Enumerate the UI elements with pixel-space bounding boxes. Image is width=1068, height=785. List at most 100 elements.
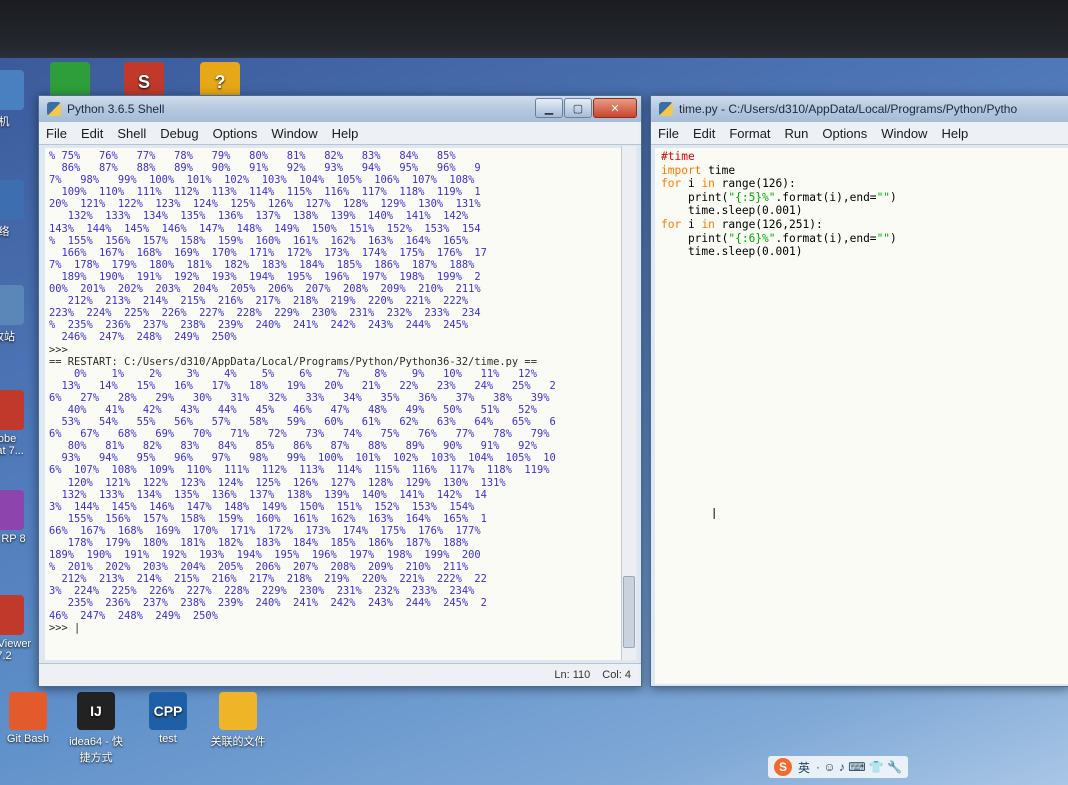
shell-scrollbar-thumb[interactable] xyxy=(623,576,635,648)
code-token: import xyxy=(661,163,702,177)
menu-item-edit[interactable]: Edit xyxy=(686,126,722,141)
output-line: 212% 213% 214% 215% 216% 217% 218% 219% … xyxy=(49,573,487,586)
output-line: 166% 167% 168% 169% 170% 171% 172% 173% … xyxy=(49,246,487,259)
output-line: 6% 107% 108% 109% 110% 111% 112% 113% 11… xyxy=(49,464,550,477)
desktop-icon-left[interactable]: 收站 xyxy=(0,285,36,344)
code-token: time.sleep(0.001) xyxy=(661,204,803,218)
editor-menubar: File Edit Format Run Options Window Help xyxy=(651,122,1068,145)
ime-tools[interactable]: · ☺ ♪ ⌨ 👕 🔧 xyxy=(816,760,902,774)
output-line: 7% 98% 99% 100% 101% 102% 103% 104% 105%… xyxy=(49,174,475,187)
output-line: 223% 224% 225% 226% 227% 228% 229% 230% … xyxy=(49,307,481,320)
code-line: import time xyxy=(661,164,1068,178)
app-icon xyxy=(0,595,24,635)
app-icon xyxy=(9,692,47,730)
menu-item-window[interactable]: Window xyxy=(264,126,324,141)
shell-output-area[interactable]: % 75% 76% 77% 78% 79% 80% 81% 82% 83% 84… xyxy=(45,148,621,660)
desktop-icon-bottom[interactable]: CPP test xyxy=(136,692,200,745)
status-col: Col: 4 xyxy=(602,669,631,681)
desktop-icon-label: 络 xyxy=(0,226,10,238)
shell-statusbar: Ln: 110 Col: 4 xyxy=(39,663,641,686)
code-token: "{:5}%" xyxy=(728,190,776,204)
output-line: 235% 236% 237% 238% 239% 240% 241% 242% … xyxy=(49,597,487,610)
menu-item-file[interactable]: File xyxy=(651,126,686,141)
output-line: 86% 87% 88% 89% 90% 91% 92% 93% 94% 95% … xyxy=(49,162,481,175)
app-icon xyxy=(0,70,24,110)
python-shell-window[interactable]: Python 3.6.5 Shell ▁ ▢ ✕ File Edit Shell De… xyxy=(38,95,642,687)
desktop-icon-bottom[interactable]: Git Bash xyxy=(0,692,60,745)
restart-line: == RESTART: C:/Users/d310/AppData/Local/… xyxy=(49,355,537,368)
maximize-button[interactable]: ▢ xyxy=(564,98,592,118)
app-icon: IJ xyxy=(77,692,115,730)
editor-titlebar[interactable]: time.py - C:/Users/d310/AppData/Local/Pr… xyxy=(651,96,1068,122)
code-token: for xyxy=(661,177,682,191)
code-token: .format(i),end= xyxy=(775,190,877,204)
menu-item-window[interactable]: Window xyxy=(874,126,934,141)
desktop-icon-bottom[interactable]: 关联的文件 xyxy=(206,692,270,749)
menu-item-options[interactable]: Options xyxy=(815,126,874,141)
output-line: 132% 133% 134% 135% 136% 137% 138% 139% … xyxy=(49,488,487,501)
menu-item-shell[interactable]: Shell xyxy=(110,126,153,141)
output-line: 66% 167% 168% 169% 170% 171% 172% 173% 1… xyxy=(49,524,481,537)
code-token: ) xyxy=(890,231,897,245)
output-line: 120% 121% 122% 123% 124% 125% 126% 127% … xyxy=(49,476,506,489)
code-token: time xyxy=(701,163,736,177)
output-line: 00% 201% 202% 203% 204% 205% 206% 207% 2… xyxy=(49,283,481,296)
shell-titlebar[interactable]: Python 3.6.5 Shell ▁ ▢ ✕ xyxy=(39,96,641,122)
desktop-icon-label: test xyxy=(159,733,177,745)
desktop-icon-left[interactable]: CAJViewer 7.2 xyxy=(0,595,36,662)
menu-item-debug[interactable]: Debug xyxy=(153,126,205,141)
output-line: 109% 110% 111% 112% 113% 114% 115% 116% … xyxy=(49,186,481,199)
close-button[interactable]: ✕ xyxy=(593,98,637,118)
code-line: #time xyxy=(661,150,1068,164)
shell-scrollbar[interactable] xyxy=(621,146,636,660)
output-line: 212% 213% 214% 215% 216% 217% 218% 219% … xyxy=(49,295,469,308)
output-line: 155% 156% 157% 158% 159% 160% 161% 162% … xyxy=(49,512,487,525)
app-icon xyxy=(219,692,257,730)
desktop-icon-left[interactable]: 机 xyxy=(0,70,36,129)
code-token: range(126): xyxy=(714,177,796,191)
output-line: 189% 190% 191% 192% 193% 194% 195% 196% … xyxy=(49,270,481,283)
desktop-icon-label: 关联的文件 xyxy=(210,736,266,748)
menu-item-edit[interactable]: Edit xyxy=(74,126,110,141)
desktop-icon-left[interactable]: ure RP 8 xyxy=(0,490,36,545)
menu-item-options[interactable]: Options xyxy=(206,126,265,141)
code-token: print( xyxy=(661,190,729,204)
shell-menubar: File Edit Shell Debug Options Window Help xyxy=(39,122,641,145)
editor-code-area[interactable]: #time import time for i in range(126): pri… xyxy=(655,148,1068,684)
code-line: print("{:6}%".format(i),end="") xyxy=(661,232,1068,246)
desktop-icon-label: dobe obat 7... xyxy=(0,433,24,457)
menu-item-run[interactable]: Run xyxy=(778,126,816,141)
desktop-icon-left[interactable]: 络 xyxy=(0,180,36,239)
editor-window[interactable]: time.py - C:/Users/d310/AppData/Local/Pr… xyxy=(650,95,1068,687)
code-token: "" xyxy=(876,190,891,204)
code-token: time.sleep(0.001) xyxy=(661,245,803,259)
ime-toolbar[interactable]: S 英 · ☺ ♪ ⌨ 👕 🔧 xyxy=(768,756,909,778)
ibeam-cursor-icon: I xyxy=(712,506,716,524)
code-token: range(126,251): xyxy=(714,217,823,231)
ime-language[interactable]: 英 xyxy=(798,759,810,776)
status-line: Ln: 110 xyxy=(554,669,591,681)
code-token: ) xyxy=(890,190,897,204)
app-icon xyxy=(0,285,24,325)
output-line: 143% 144% 145% 146% 147% 148% 149% 150% … xyxy=(49,222,481,235)
output-line: 46% 247% 248% 249% 250% xyxy=(49,609,218,622)
output-line: 13% 14% 15% 16% 17% 18% 19% 20% 21% 22% … xyxy=(49,379,556,392)
code-line: for i in range(126,251): xyxy=(661,218,1068,232)
desktop-icon-bottom[interactable]: IJ idea64 - 快 捷方式 xyxy=(64,692,128,765)
output-line: 178% 179% 180% 181% 182% 183% 184% 185% … xyxy=(49,537,469,549)
app-icon xyxy=(0,180,24,220)
menu-item-help[interactable]: Help xyxy=(325,126,366,141)
shell-title: Python 3.6.5 Shell xyxy=(67,102,165,116)
code-token: for xyxy=(661,217,682,231)
code-token: "{:6}%" xyxy=(728,231,776,245)
menu-item-format[interactable]: Format xyxy=(722,126,777,141)
output-line: 6% 67% 68% 69% 70% 71% 72% 73% 74% 75% 7… xyxy=(49,428,550,441)
desktop-icon-left[interactable]: dobe obat 7... xyxy=(0,390,36,457)
menu-item-help[interactable]: Help xyxy=(934,126,975,141)
input-prompt[interactable]: >>> | xyxy=(49,622,621,634)
text-cursor: | xyxy=(74,621,81,634)
minimize-button[interactable]: ▁ xyxy=(535,98,563,118)
output-line: 20% 121% 122% 123% 124% 125% 126% 127% 1… xyxy=(49,198,481,211)
desktop-icon-label: idea64 - 快 捷方式 xyxy=(69,736,123,764)
menu-item-file[interactable]: File xyxy=(39,126,74,141)
